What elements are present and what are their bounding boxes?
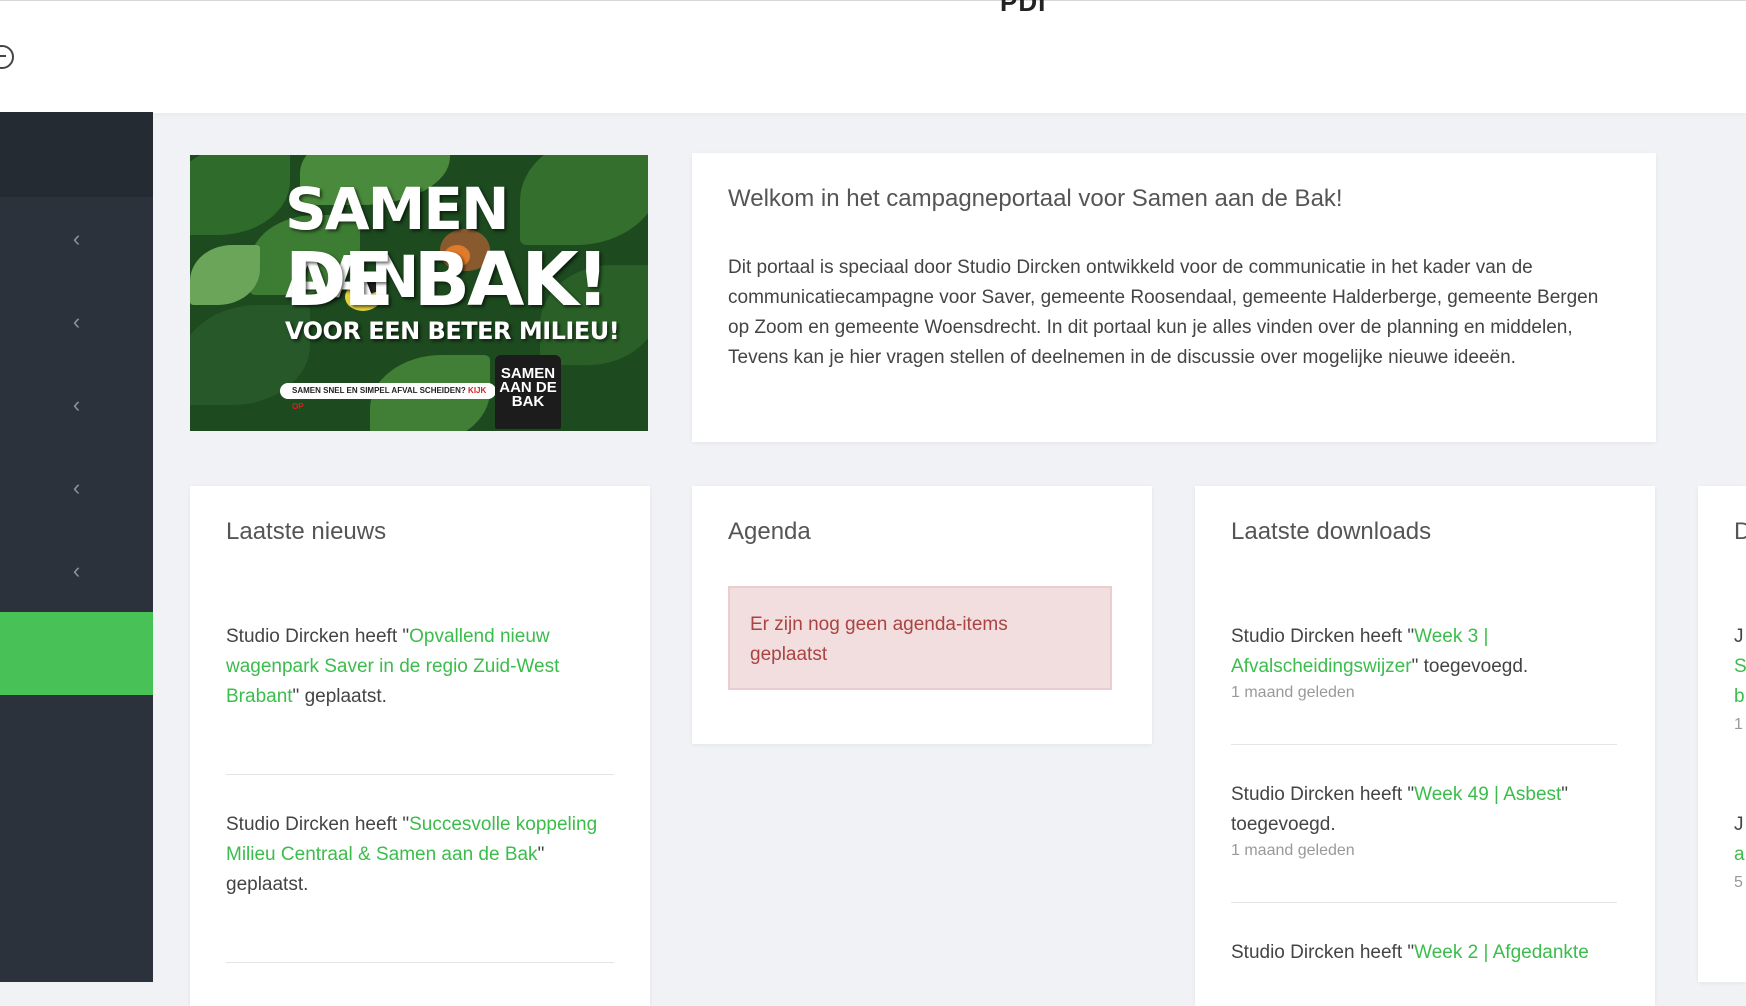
download-item-time: 1 maand geleden [1231,684,1355,701]
agenda-title: Agenda [728,518,811,545]
partial-line: J [1734,626,1744,647]
divider [226,774,614,775]
download-item-prefix: Studio Dircken heeft " [1231,626,1415,647]
divider [226,962,614,963]
download-item-prefix: Studio Dircken heeft " [1231,942,1415,963]
partial-line: J [1734,814,1744,835]
download-item-prefix: Studio Dircken heeft " [1231,784,1415,805]
banner-strip: SAMEN SNEL EN SIMPEL AFVAL SCHEIDEN? KIJ… [280,383,496,411]
chevron-left-icon: ‹ [72,225,81,251]
chevron-left-icon: ‹ [72,474,81,500]
welcome-title: Welkom in het campagneportaal voor Samen… [728,185,1343,212]
downloads-title: Laatste downloads [1231,518,1432,545]
logout-icon[interactable] [0,45,14,69]
agenda-empty-alert: Er zijn nog geen agenda-items geplaatst [728,586,1112,690]
top-bar: PDI [0,0,1746,113]
partial-line: 5 [1734,874,1743,891]
download-item: Studio Dircken heeft "Week 3 | Afvalsche… [1231,622,1631,704]
news-card: Laatste nieuws Studio Dircken heeft "Opv… [190,486,650,1006]
sidebar: ‹ ‹ ‹ ‹ ‹ [0,112,153,982]
sidebar-item-4[interactable]: ‹ [0,446,153,529]
leaf-shape [190,155,290,235]
download-item-time: 1 maand geleden [1231,842,1355,859]
welcome-card: Welkom in het campagneportaal voor Samen… [692,153,1656,442]
sidebar-item-active[interactable] [0,612,153,695]
sidebar-header [0,112,153,197]
download-item: Studio Dircken heeft "Week 49 | Asbest" … [1231,780,1631,862]
news-title: Laatste nieuws [226,518,387,545]
download-item-suffix: " toegevoegd. [1411,656,1529,677]
logo-text: PDI [1000,0,1047,17]
chevron-left-icon: ‹ [72,308,81,334]
news-item-prefix: Studio Dircken heeft " [226,626,410,647]
sidebar-item-2[interactable]: ‹ [0,280,153,363]
news-item: Studio Dircken heeft "Succesvolle koppel… [226,810,616,900]
sidebar-item-1[interactable]: ‹ [0,197,153,280]
downloads-card: Laatste downloads Studio Dircken heeft "… [1195,486,1655,1006]
download-item-link[interactable]: Week 2 | Afgedankte [1414,942,1589,963]
partial-card-title: D [1734,518,1746,545]
news-item-suffix: " geplaatst. [292,686,387,707]
agenda-card: Agenda Er zijn nog geen agenda-items gep… [692,486,1152,744]
banner-strip-text: SAMEN SNEL EN SIMPEL AFVAL SCHEIDEN? [292,386,466,395]
partial-line: b [1734,686,1745,707]
chevron-left-icon: ‹ [72,557,81,583]
download-item-link[interactable]: Week 49 | Asbest [1414,784,1561,805]
download-item: Studio Dircken heeft "Week 2 | Afgedankt… [1231,938,1641,968]
news-item-prefix: Studio Dircken heeft " [226,814,410,835]
campaign-banner: SAMEN AAN DE BAK! VOOR EEN BETER MILIEU!… [190,155,648,431]
banner-line-3: VOOR EEN BETER MILIEU! [285,317,620,345]
sidebar-item-3[interactable]: ‹ [0,363,153,446]
sidebar-item-5[interactable]: ‹ [0,529,153,612]
divider [1231,744,1617,745]
banner-line-2: DE BAK! [285,237,610,323]
bin-illustration: SAMEN AAN DE BAK [495,355,561,429]
welcome-body: Dit portaal is speciaal door Studio Dirc… [728,257,1599,368]
partial-line: S [1734,656,1746,677]
partial-card: D J S b 1 J a 5 [1698,486,1746,982]
news-item: Studio Dircken heeft "Opvallend nieuw wa… [226,622,616,712]
partial-line: a [1734,844,1745,865]
partial-line: 1 [1734,716,1743,733]
chevron-left-icon: ‹ [72,391,81,417]
divider [1231,902,1617,903]
leaf-shape [190,245,260,305]
